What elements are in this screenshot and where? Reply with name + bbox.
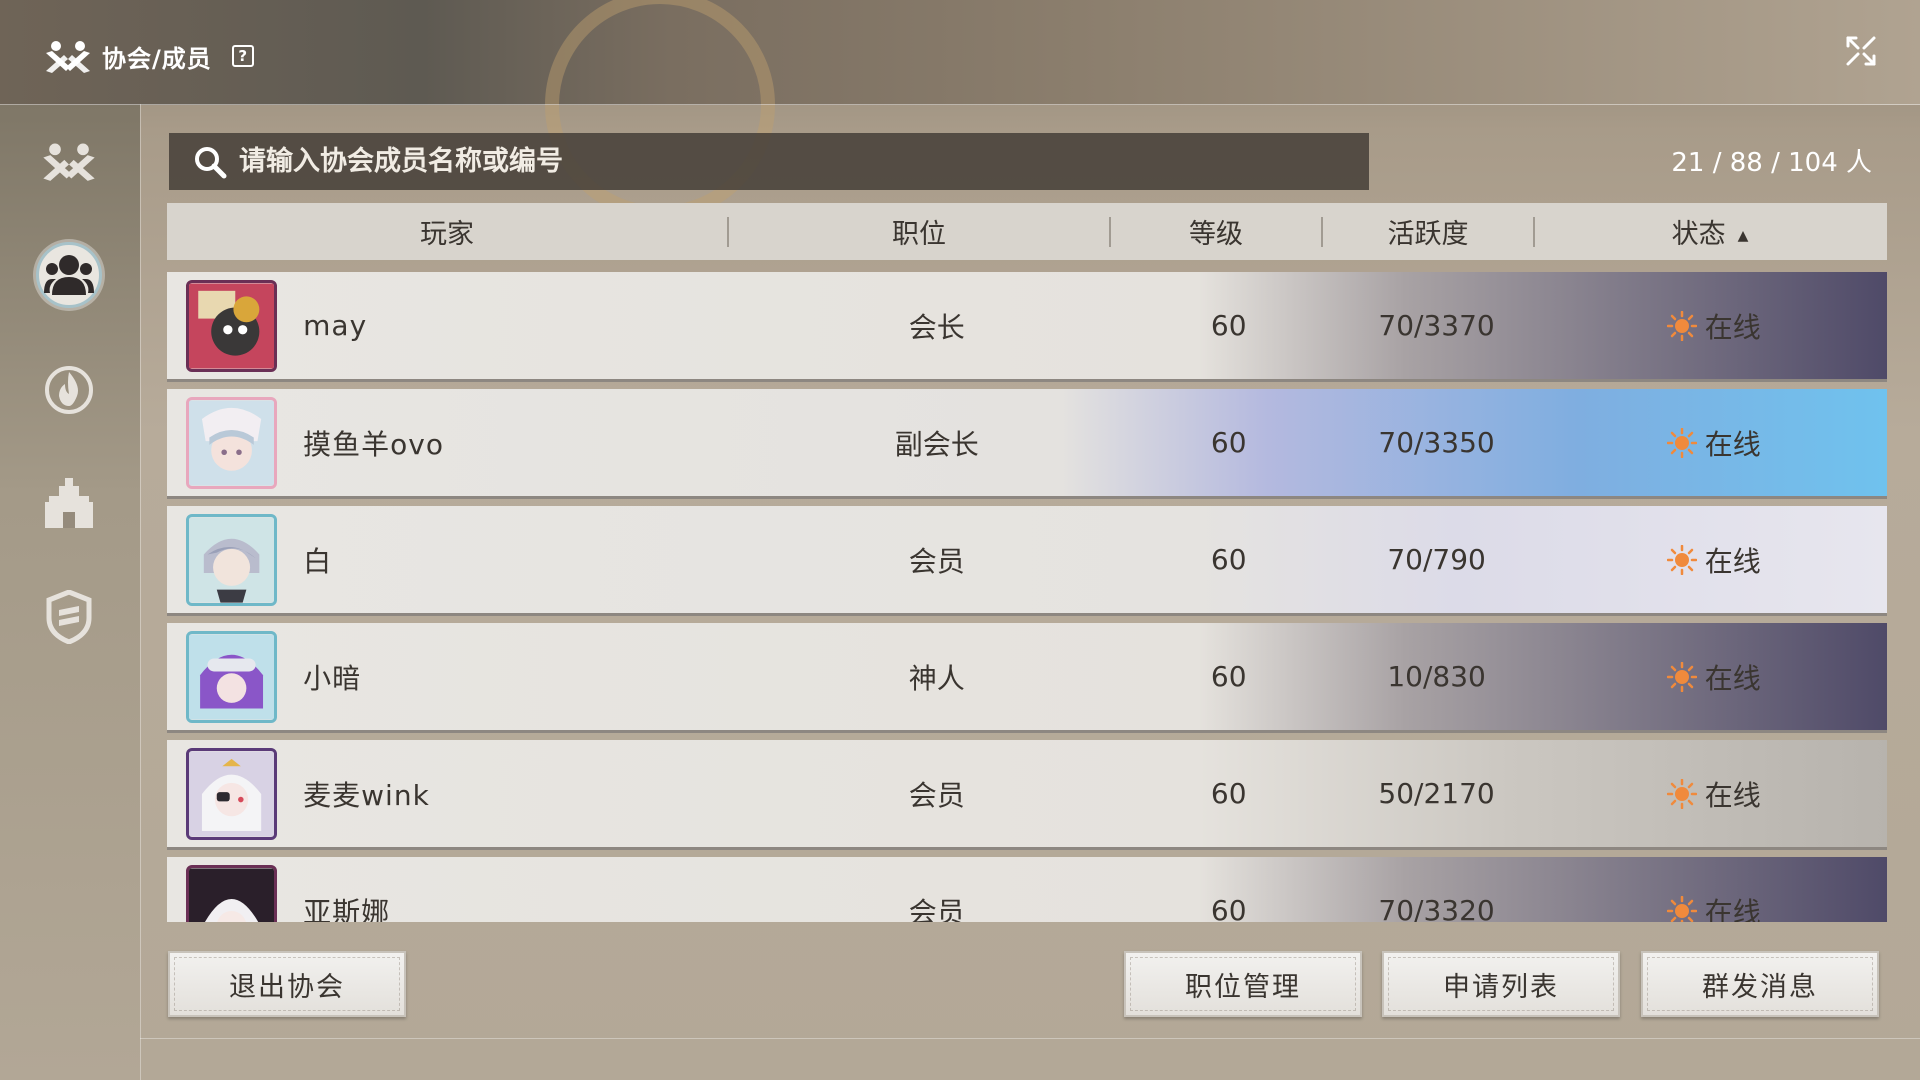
table-row[interactable]: 麦麦wink 会员 60 50/2170 在线 (167, 740, 1887, 850)
column-header-role[interactable]: 职位 (729, 212, 1109, 251)
page-header: 协会/成员 ? (44, 36, 254, 76)
sun-icon (1666, 310, 1697, 341)
sun-icon (1666, 778, 1697, 809)
search-input[interactable] (239, 141, 1339, 182)
avatar (186, 396, 278, 489)
player-level: 60 (1210, 894, 1247, 922)
guild-emblem-icon (46, 41, 90, 73)
member-list[interactable]: may 会长 60 70/3370 在线 摸鱼羊ovo 副会长 60 70/33… (167, 272, 1887, 922)
help-button[interactable]: ? (231, 45, 254, 67)
player-role: 会员 (908, 895, 965, 923)
player-role: 会员 (908, 778, 965, 812)
column-header-status[interactable]: 状态 ▲ (1535, 212, 1885, 251)
divider (0, 104, 1920, 105)
player-level: 60 (1210, 660, 1247, 693)
status-label: 在线 (1704, 661, 1761, 695)
avatar (186, 864, 278, 922)
player-level: 60 (1210, 543, 1247, 576)
player-name: 白 (303, 544, 333, 578)
member-count: 21 / 88 / 104 人 (1671, 148, 1872, 178)
player-level: 60 (1210, 426, 1247, 459)
column-header-activity[interactable]: 活跃度 (1323, 212, 1533, 251)
status-label: 在线 (1704, 544, 1761, 578)
application-list-button[interactable]: 申请列表 (1382, 951, 1620, 1017)
column-header-status-label: 状态 (1671, 219, 1726, 250)
sun-icon (1666, 895, 1697, 922)
table-header: 玩家 职位 等级 活跃度 状态 ▲ (167, 203, 1887, 260)
status-label: 在线 (1704, 310, 1761, 344)
player-status: 在线 (1541, 891, 1887, 923)
sidebar-item-building[interactable] (36, 470, 102, 536)
table-row[interactable]: 小暗 神人 60 10/830 在线 (167, 623, 1887, 733)
sidebar-item-shield[interactable] (36, 584, 102, 650)
shield-icon (46, 590, 92, 644)
flame-icon (45, 366, 93, 414)
avatar (186, 630, 278, 723)
sun-icon (1666, 661, 1697, 692)
divider (140, 1038, 1920, 1039)
player-status: 在线 (1541, 540, 1887, 580)
player-activity: 10/830 (1387, 660, 1486, 693)
sun-icon (1666, 544, 1697, 575)
sun-icon (1666, 427, 1697, 458)
player-activity: 70/790 (1387, 543, 1486, 576)
avatar (186, 747, 278, 840)
player-status: 在线 (1541, 306, 1887, 346)
sort-ascending-icon: ▲ (1737, 227, 1749, 244)
player-role: 副会长 (894, 427, 979, 461)
player-status: 在线 (1541, 423, 1887, 463)
table-row[interactable]: 摸鱼羊ovo 副会长 60 70/3350 在线 (167, 389, 1887, 499)
column-header-player[interactable]: 玩家 (167, 212, 727, 251)
player-level: 60 (1210, 309, 1247, 342)
player-name: 小暗 (303, 661, 362, 695)
player-role: 神人 (908, 661, 965, 695)
search-bar (169, 133, 1369, 190)
table-row[interactable]: 亚斯娜 会员 60 70/3320 在线 (167, 857, 1887, 922)
divider (140, 104, 141, 1080)
player-name: 亚斯娜 (303, 895, 391, 923)
avatar (186, 279, 278, 372)
avatar (186, 513, 278, 606)
player-name: 麦麦wink (303, 778, 430, 812)
close-icon[interactable] (1844, 34, 1878, 68)
player-status: 在线 (1541, 774, 1887, 814)
castle-icon (45, 478, 93, 528)
search-icon (195, 146, 227, 178)
column-header-level[interactable]: 等级 (1111, 212, 1321, 251)
guild-emblem-icon (43, 143, 95, 181)
leave-guild-button[interactable]: 退出协会 (168, 951, 406, 1017)
player-name: may (303, 309, 368, 342)
player-activity: 50/2170 (1378, 777, 1495, 810)
sidebar-item-members[interactable] (36, 242, 102, 308)
header-background (0, 0, 1920, 105)
player-activity: 70/3350 (1378, 426, 1495, 459)
player-status: 在线 (1541, 657, 1887, 697)
player-activity: 70/3320 (1378, 894, 1495, 922)
player-level: 60 (1210, 777, 1247, 810)
player-name: 摸鱼羊ovo (303, 427, 444, 461)
status-label: 在线 (1704, 895, 1761, 923)
broadcast-message-button[interactable]: 群发消息 (1641, 951, 1879, 1017)
page-title: 协会/成员 (102, 44, 212, 73)
table-row[interactable]: may 会长 60 70/3370 在线 (167, 272, 1887, 382)
player-activity: 70/3370 (1378, 309, 1495, 342)
player-role: 会员 (908, 544, 965, 578)
members-icon (44, 255, 94, 295)
status-label: 在线 (1704, 778, 1761, 812)
sidebar-item-guild[interactable] (36, 128, 102, 194)
player-role: 会长 (908, 310, 965, 344)
status-label: 在线 (1704, 427, 1761, 461)
manage-roles-button[interactable]: 职位管理 (1124, 951, 1362, 1017)
table-row[interactable]: 白 会员 60 70/790 在线 (167, 506, 1887, 616)
sidebar-item-activity[interactable] (36, 356, 102, 422)
